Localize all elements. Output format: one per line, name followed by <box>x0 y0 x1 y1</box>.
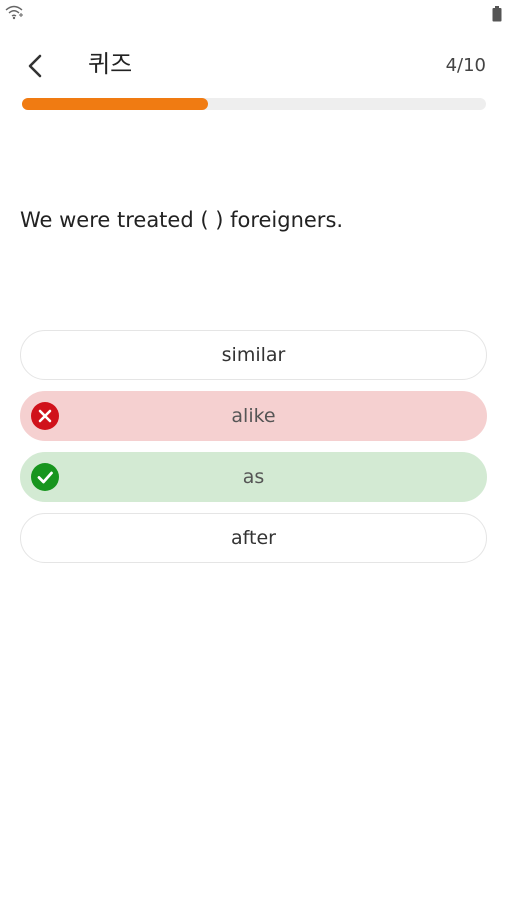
answer-option-label: as <box>242 466 265 488</box>
header: 퀴즈 4/10 <box>0 40 506 90</box>
status-bar <box>0 0 506 30</box>
answer-option-after[interactable]: after <box>20 513 487 563</box>
battery-icon <box>492 6 502 22</box>
page-title: 퀴즈 <box>88 50 133 78</box>
answer-option-label: after <box>231 527 276 549</box>
answer-option-label: similar <box>221 344 286 366</box>
chevron-left-icon[interactable] <box>18 48 54 84</box>
progress-counter: 4/10 <box>445 55 486 76</box>
progress-bar <box>22 98 486 110</box>
answer-options: similar alike as after <box>20 330 487 574</box>
answer-option-label: alike <box>231 405 276 427</box>
answer-option-alike[interactable]: alike <box>20 391 487 441</box>
progress-bar-fill <box>22 98 208 110</box>
answer-option-as[interactable]: as <box>20 452 487 502</box>
answer-option-similar[interactable]: similar <box>20 330 487 380</box>
question-text: We were treated ( ) foreigners. <box>20 208 344 232</box>
wifi-icon <box>5 5 23 20</box>
